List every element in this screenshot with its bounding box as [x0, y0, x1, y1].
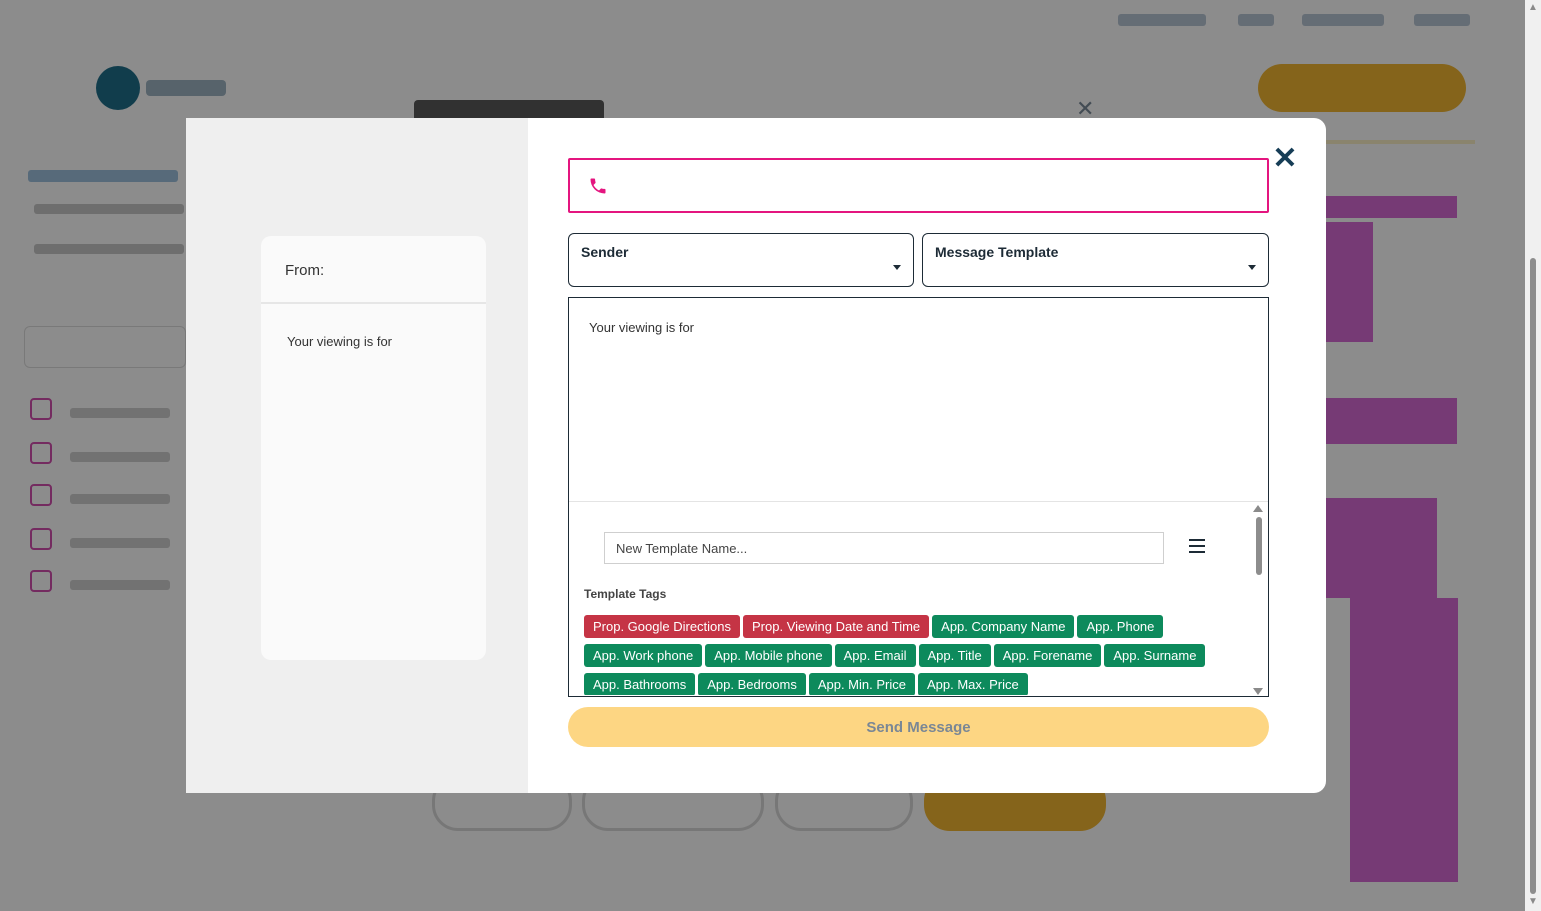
- chevron-down-icon: [1248, 265, 1256, 270]
- template-tag[interactable]: App. Email: [834, 644, 916, 667]
- preview-message-body: Your viewing is for: [287, 334, 393, 349]
- template-tag[interactable]: App. Bedrooms: [698, 673, 806, 695]
- template-tag[interactable]: App. Work phone: [584, 644, 703, 667]
- template-tag[interactable]: App. Bathrooms: [584, 673, 696, 695]
- editor-scrollbar[interactable]: [1253, 503, 1265, 696]
- template-tag[interactable]: Prop. Google Directions: [584, 615, 741, 638]
- template-tags-title: Template Tags: [584, 587, 667, 601]
- sender-select-label: Sender: [581, 244, 629, 260]
- template-tag[interactable]: App. Title: [918, 644, 991, 667]
- template-tag[interactable]: App. Max. Price: [917, 673, 1028, 695]
- message-template-select[interactable]: Message Template: [922, 233, 1269, 287]
- send-message-modal: From: Your viewing is for ✕ Sender Messa…: [186, 118, 1326, 793]
- send-message-button[interactable]: Send Message: [568, 707, 1269, 747]
- message-preview-pane: From: Your viewing is for: [186, 118, 528, 793]
- template-tag[interactable]: App. Phone: [1077, 615, 1164, 638]
- phone-number-field[interactable]: [568, 158, 1269, 213]
- template-tag[interactable]: App. Min. Price: [808, 673, 915, 695]
- template-tag[interactable]: App. Company Name: [932, 615, 1075, 638]
- message-body-text[interactable]: Your viewing is for: [589, 320, 694, 335]
- new-template-name-input[interactable]: [604, 532, 1164, 564]
- menu-icon[interactable]: [1189, 539, 1205, 553]
- template-tag[interactable]: App. Mobile phone: [705, 644, 832, 667]
- chevron-down-icon: [893, 265, 901, 270]
- template-tag[interactable]: App. Surname: [1104, 644, 1206, 667]
- page-scrollbar[interactable]: ▲ ▼: [1525, 0, 1541, 911]
- sender-select[interactable]: Sender: [568, 233, 914, 287]
- template-tags-list: Prop. Google Directions Prop. Viewing Dat…: [584, 615, 1224, 695]
- template-tag[interactable]: App. Forename: [993, 644, 1102, 667]
- close-icon[interactable]: ✕: [1270, 144, 1300, 174]
- message-template-select-label: Message Template: [935, 244, 1059, 260]
- preview-from-label: From:: [261, 236, 486, 304]
- message-editor[interactable]: Your viewing is for Template Tags Prop. …: [568, 297, 1269, 697]
- template-tag[interactable]: Prop. Viewing Date and Time: [743, 615, 930, 638]
- message-preview-card: From: Your viewing is for: [261, 236, 486, 660]
- phone-icon: [590, 178, 606, 194]
- phone-number-input[interactable]: [622, 168, 1256, 204]
